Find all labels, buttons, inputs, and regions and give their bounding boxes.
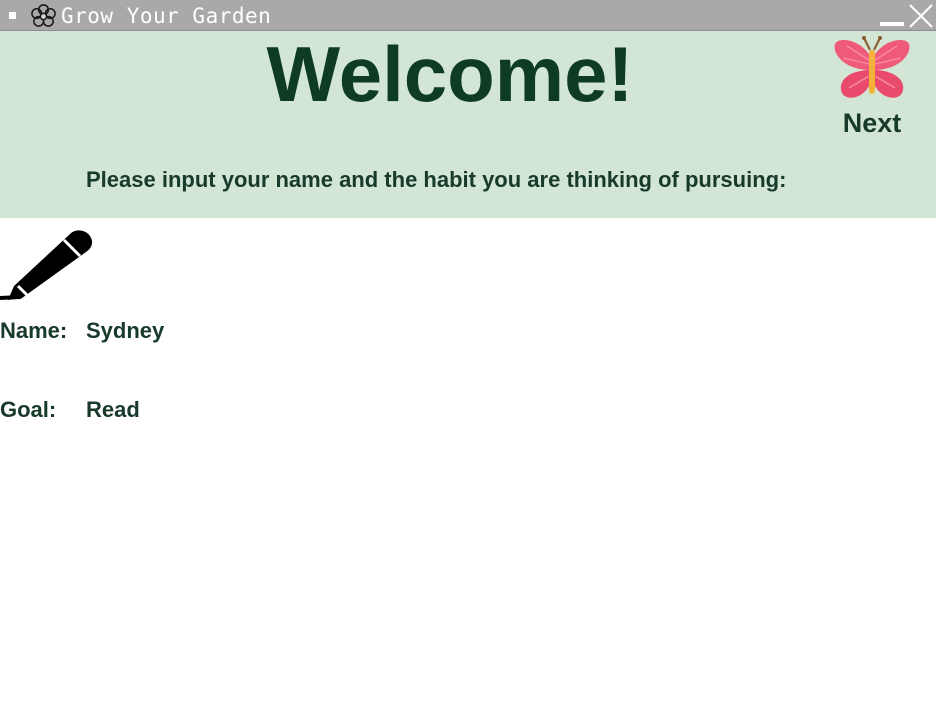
instruction-text: Please input your name and the habit you… bbox=[86, 167, 787, 192]
name-field[interactable]: Sydney bbox=[86, 318, 164, 344]
butterfly-icon[interactable] bbox=[833, 36, 911, 102]
goal-label: Goal: bbox=[0, 397, 57, 422]
next-label[interactable]: Next bbox=[832, 108, 912, 139]
name-label: Name: bbox=[0, 318, 68, 343]
close-icon[interactable] bbox=[908, 3, 934, 29]
welcome-header: Welcome! Next Please input your name and… bbox=[0, 30, 936, 218]
next-button[interactable]: Next bbox=[832, 36, 912, 139]
app-window: Grow Your Garden Welcome! Next Please in… bbox=[0, 0, 936, 705]
pencil-icon bbox=[0, 230, 93, 300]
flower-icon bbox=[31, 4, 56, 27]
window-title: Grow Your Garden bbox=[61, 4, 272, 28]
goal-field[interactable]: Read bbox=[86, 397, 140, 423]
page-title: Welcome! bbox=[266, 30, 634, 118]
title-bar[interactable]: Grow Your Garden bbox=[0, 0, 936, 31]
window-menu-icon[interactable] bbox=[9, 12, 16, 19]
minimize-icon[interactable] bbox=[880, 22, 904, 26]
